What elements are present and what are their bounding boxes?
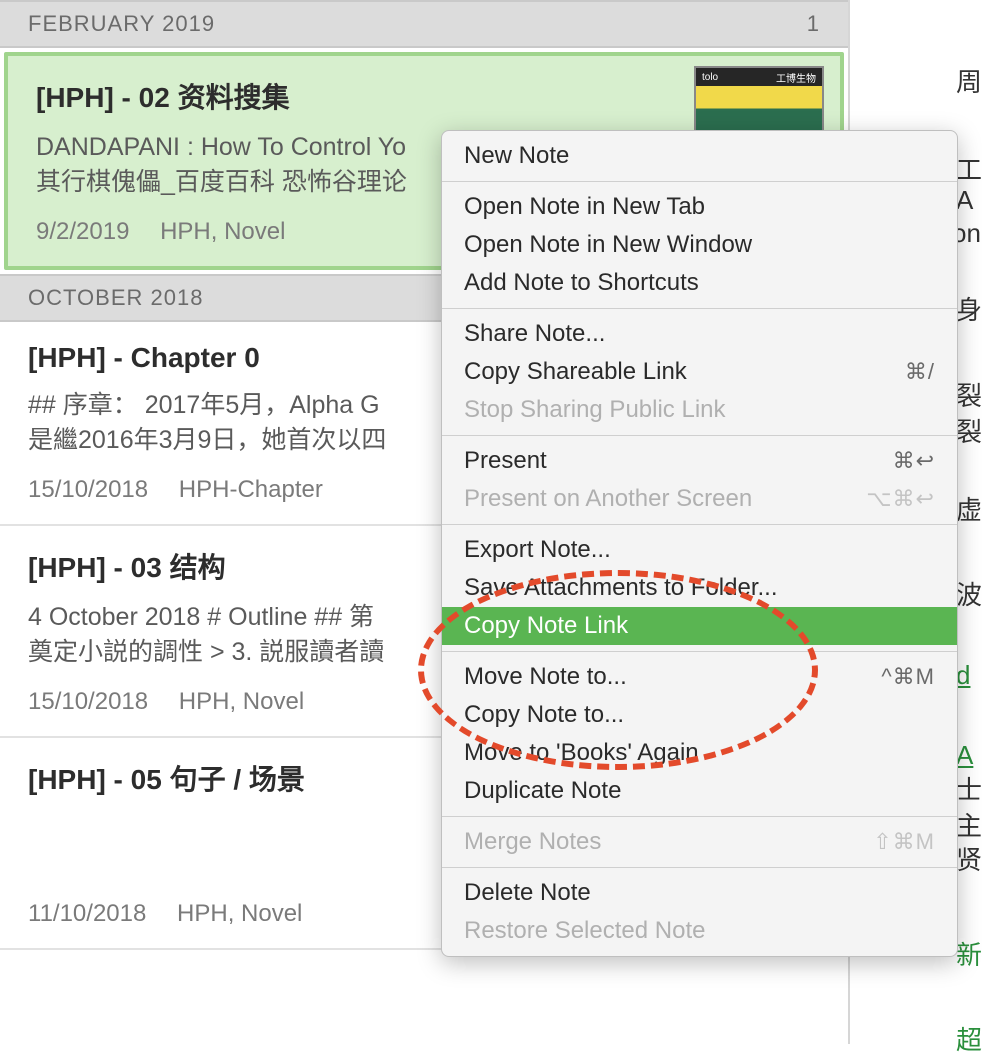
menu-label: Save Attachments to Folder... <box>464 574 778 602</box>
hint: 波 <box>956 575 982 612</box>
menu-restore-selected-note: Restore Selected Note <box>442 912 957 950</box>
menu-label: Copy Shareable Link <box>464 358 687 386</box>
menu-separator <box>442 867 957 868</box>
menu-present[interactable]: Present ⌘↩ <box>442 442 957 480</box>
note-tags: HPH, Novel <box>179 688 304 715</box>
menu-label: Copy Note Link <box>464 612 628 640</box>
menu-move-note-to[interactable]: Move Note to... ^⌘M <box>442 658 957 696</box>
menu-copy-shareable-link[interactable]: Copy Shareable Link ⌘/ <box>442 353 957 391</box>
thumb-left-label: tolo <box>702 72 718 83</box>
menu-save-attachments[interactable]: Save Attachments to Folder... <box>442 569 957 607</box>
hint: 周 <box>956 62 982 99</box>
menu-label: Present <box>464 447 547 475</box>
menu-export-note[interactable]: Export Note... <box>442 531 957 569</box>
menu-add-shortcuts[interactable]: Add Note to Shortcuts <box>442 264 957 302</box>
menu-open-new-tab[interactable]: Open Note in New Tab <box>442 188 957 226</box>
menu-open-new-window[interactable]: Open Note in New Window <box>442 226 957 264</box>
note-tags: HPH, Novel <box>177 900 302 927</box>
menu-label: Delete Note <box>464 879 591 907</box>
note-date: 15/10/2018 <box>28 688 148 715</box>
menu-label: Move Note to... <box>464 663 627 691</box>
menu-label: Move to 'Books' Again <box>464 739 699 767</box>
menu-separator <box>442 651 957 652</box>
menu-separator <box>442 524 957 525</box>
hint: d <box>956 660 970 691</box>
hint: 工 <box>956 150 982 187</box>
hint: 主 <box>956 806 982 843</box>
context-menu: New Note Open Note in New Tab Open Note … <box>441 130 958 957</box>
menu-new-note[interactable]: New Note <box>442 137 957 175</box>
hint: 虚 <box>956 490 982 527</box>
note-tags: HPH-Chapter <box>179 476 323 503</box>
hint: 士 <box>956 770 982 807</box>
menu-label: Present on Another Screen <box>464 485 752 513</box>
note-tags: HPH, Novel <box>160 218 285 245</box>
menu-shortcut: ^⌘M <box>881 664 935 690</box>
section-label: FEBRUARY 2019 <box>28 11 215 37</box>
menu-label: Restore Selected Note <box>464 917 705 945</box>
menu-shortcut: ⌘/ <box>905 359 935 385</box>
menu-separator <box>442 435 957 436</box>
hint: 贤 <box>956 840 982 877</box>
note-date: 11/10/2018 <box>28 900 146 927</box>
hint: A <box>956 740 973 771</box>
menu-stop-sharing: Stop Sharing Public Link <box>442 391 957 429</box>
hint: 超 <box>956 1020 982 1057</box>
menu-delete-note[interactable]: Delete Note <box>442 874 957 912</box>
hint: 身 <box>956 290 982 327</box>
note-date: 15/10/2018 <box>28 476 148 503</box>
menu-share-note[interactable]: Share Note... <box>442 315 957 353</box>
menu-separator <box>442 308 957 309</box>
hint: A <box>956 185 973 216</box>
hint: 裂 <box>956 412 982 449</box>
menu-label: Add Note to Shortcuts <box>464 269 699 297</box>
menu-shortcut: ⌘↩ <box>893 448 935 474</box>
section-count: 1 <box>807 11 820 37</box>
menu-label: Copy Note to... <box>464 701 624 729</box>
menu-shortcut: ⌥⌘↩ <box>866 486 935 512</box>
menu-separator <box>442 181 957 182</box>
menu-copy-note-to[interactable]: Copy Note to... <box>442 696 957 734</box>
menu-label: Export Note... <box>464 536 611 564</box>
menu-label: New Note <box>464 142 569 170</box>
menu-merge-notes: Merge Notes ⇧⌘M <box>442 823 957 861</box>
menu-label: Merge Notes <box>464 828 601 856</box>
menu-shortcut: ⇧⌘M <box>873 829 935 855</box>
menu-label: Duplicate Note <box>464 777 621 805</box>
menu-copy-note-link[interactable]: Copy Note Link <box>442 607 957 645</box>
menu-label: Open Note in New Window <box>464 231 752 259</box>
note-date: 9/2/2019 <box>36 218 129 245</box>
hint: 新 <box>956 935 982 972</box>
menu-duplicate-note[interactable]: Duplicate Note <box>442 772 957 810</box>
menu-label: Open Note in New Tab <box>464 193 705 221</box>
menu-move-books-again[interactable]: Move to 'Books' Again <box>442 734 957 772</box>
menu-label: Stop Sharing Public Link <box>464 396 726 424</box>
section-label: OCTOBER 2018 <box>28 285 203 311</box>
section-header-feb2019: FEBRUARY 2019 1 <box>0 0 848 48</box>
menu-present-another-screen: Present on Another Screen ⌥⌘↩ <box>442 480 957 518</box>
thumb-right-label: 工博生物 <box>776 70 816 85</box>
menu-label: Share Note... <box>464 320 605 348</box>
hint: 裂 <box>956 376 982 413</box>
menu-separator <box>442 816 957 817</box>
